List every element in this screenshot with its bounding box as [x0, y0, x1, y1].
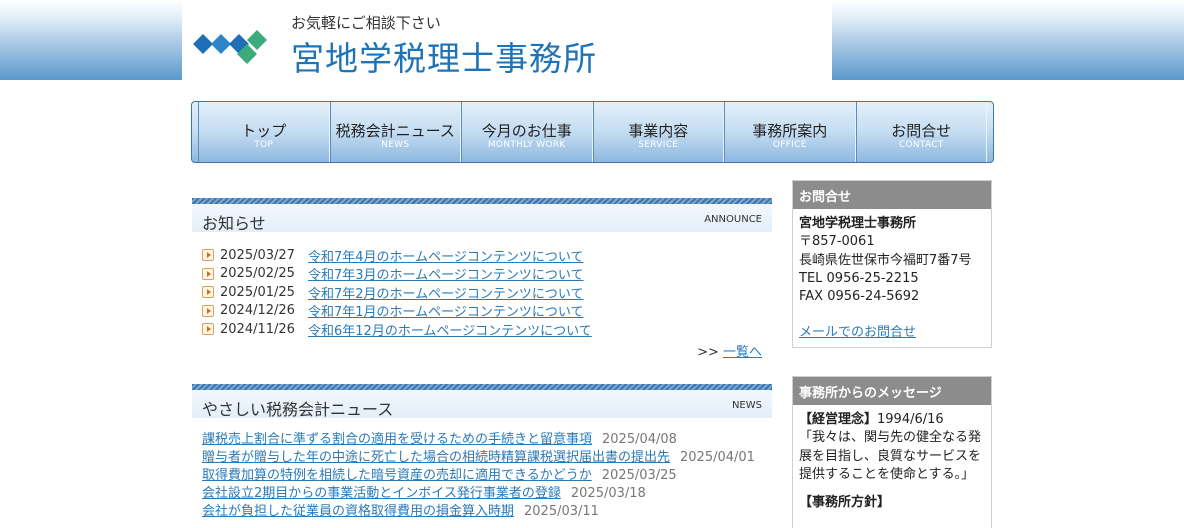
contact-heading: お問合せ: [793, 181, 991, 209]
tax-news-link[interactable]: 会社が負担した従業員の資格取得費用の損金算入時期: [202, 504, 514, 519]
fax: FAX 0956-24-5692: [799, 289, 920, 305]
main-nav: トップ TOP 税務会計ニュース NEWS 今月のお仕事 MONTHLY WORK 事…: [191, 101, 994, 163]
announce-link[interactable]: 令和6年12月のホームページコンテンツについて: [308, 320, 592, 339]
announce-link[interactable]: 令和7年2月のホームページコンテンツについて: [308, 283, 584, 302]
tax-news-date: 2025/04/08: [602, 432, 677, 447]
tax-news-header: やさしい税務会計ニュース NEWS: [192, 384, 772, 419]
list-item: 2024/11/26 令和6年12月のホームページコンテンツについて: [202, 320, 772, 339]
announce-link[interactable]: 令和7年4月のホームページコンテンツについて: [308, 246, 584, 265]
arrow-right-icon: [202, 286, 214, 299]
tax-news-link[interactable]: 会社設立2期目からの事業活動とインボイス発行事業者の登録: [202, 486, 561, 501]
philosophy-label: 【経営理念】: [799, 412, 878, 427]
arrow-right-icon: [202, 267, 214, 280]
message-box: 事務所からのメッセージ 【経営理念】1994/6/16 「我々は、関与先の健全な…: [792, 376, 992, 528]
tax-news-date: 2025/03/11: [524, 504, 599, 519]
philosophy-text: 「我々は、関与先の健全なる発展を目指し、良質なサービスを提供することを使命とする…: [799, 430, 982, 482]
nav-item-news[interactable]: 税務会計ニュース NEWS: [329, 102, 461, 162]
arrow-right-icon: [202, 249, 214, 262]
tax-news-date: 2025/03/25: [601, 468, 677, 483]
site-title[interactable]: 宮地学税理士事務所: [291, 32, 597, 80]
nav-label: 事業内容: [628, 122, 689, 140]
tel: TEL 0956-25-2215: [799, 270, 919, 286]
announce-title: お知らせ: [202, 214, 266, 233]
announce-header: お知らせ ANNOUNCE: [192, 198, 772, 233]
news-date: 2025/01/25: [220, 284, 295, 300]
nav-sub-label: TOP: [254, 140, 274, 150]
news-date: 2025/02/25: [220, 266, 295, 282]
tax-news-link[interactable]: 課税売上割合に準ずる割合の適用を受けるための手続きと留意事項: [202, 432, 592, 447]
nav-sub-label: SERVICE: [638, 140, 679, 150]
message-body: 【経営理念】1994/6/16 「我々は、関与先の健全なる発展を目指し、良質なサ…: [793, 405, 991, 518]
list-item: 会社設立2期目からの事業活動とインボイス発行事業者の登録 2025/03/18: [202, 482, 772, 501]
list-item: 会社が負担した従業員の資格取得費用の損金算入時期 2025/03/11: [202, 500, 772, 519]
news-date: 2024/11/26: [220, 321, 295, 337]
tax-news-link[interactable]: 取得費加算の特例を相続した暗号資産の売却に適用できるかどうか: [202, 468, 592, 483]
nav-item-service[interactable]: 事業内容 SERVICE: [592, 102, 724, 162]
announce-link[interactable]: 令和7年1月のホームページコンテンツについて: [308, 301, 584, 320]
tax-news-date: 2025/03/18: [570, 486, 646, 501]
arrow-right-icon: [202, 304, 214, 317]
tax-news-date: 2025/04/01: [680, 450, 755, 465]
nav-label: トップ: [241, 122, 287, 140]
zip-code: 〒857-0061: [799, 234, 875, 250]
nav-sub-label: MONTHLY WORK: [487, 140, 566, 150]
philosophy-date: 1994/6/16: [877, 412, 944, 427]
address: 長崎県佐世保市今福町7番7号: [799, 252, 972, 268]
more-link[interactable]: 一覧へ: [723, 345, 762, 360]
nav-sub-label: CONTACT: [898, 140, 944, 150]
office-name: 宮地学税理士事務所: [799, 216, 917, 231]
list-item: 取得費加算の特例を相続した暗号資産の売却に適用できるかどうか 2025/03/25: [202, 464, 772, 483]
news-date: 2024/12/26: [220, 303, 295, 319]
list-item: 課税売上割合に準ずる割合の適用を受けるための手続きと留意事項 2025/04/08: [202, 428, 772, 447]
nav-label: 今月のお仕事: [481, 122, 572, 140]
tagline: お気軽にご相談下さい: [291, 14, 441, 32]
list-item: 2025/03/27 令和7年4月のホームページコンテンツについて: [202, 246, 772, 265]
list-item: 2025/02/25 令和7年3月のホームページコンテンツについて: [202, 264, 772, 283]
announce-tag: ANNOUNCE: [704, 214, 762, 225]
news-date: 2025/03/27: [220, 247, 295, 263]
logo-mark-icon[interactable]: [193, 28, 273, 66]
more-row: >> 一覧へ: [192, 341, 772, 360]
nav-label: 税務会計ニュース: [335, 122, 455, 140]
message-heading: 事務所からのメッセージ: [793, 377, 991, 405]
nav-label: 事務所案内: [752, 122, 828, 140]
list-item: 2025/01/25 令和7年2月のホームページコンテンツについて: [202, 283, 772, 302]
tax-news-list: 課税売上割合に準ずる割合の適用を受けるための手続きと留意事項 2025/04/08…: [192, 418, 772, 519]
nav-sub-label: NEWS: [381, 140, 410, 150]
list-item: 2024/12/26 令和7年1月のホームページコンテンツについて: [202, 301, 772, 320]
policy-label: 【事務所方針】: [799, 495, 891, 511]
tax-news-section: やさしい税務会計ニュース NEWS 課税売上割合に準ずる割合の適用を受けるための…: [192, 384, 772, 519]
tax-news-title: やさしい税務会計ニュース: [202, 400, 394, 419]
more-prefix: >>: [697, 344, 723, 360]
nav-item-top[interactable]: トップ TOP: [198, 102, 330, 162]
nav-sub-label: OFFICE: [772, 140, 807, 150]
list-item: 贈与者が贈与した年の中途に死亡した場合の相続時精算課税選択届出書の提出先 2025…: [202, 446, 772, 465]
announce-list: 2025/03/27 令和7年4月のホームページコンテンツについて 2025/02…: [192, 232, 772, 339]
nav-item-monthly-work[interactable]: 今月のお仕事 MONTHLY WORK: [461, 102, 593, 162]
arrow-right-icon: [202, 323, 214, 336]
nav-item-contact[interactable]: お問合せ CONTACT: [855, 102, 987, 162]
mail-contact-link[interactable]: メールでのお問合せ: [799, 325, 916, 340]
nav-label: お問合せ: [891, 122, 952, 140]
tax-news-tag: NEWS: [731, 400, 762, 411]
tax-news-link[interactable]: 贈与者が贈与した年の中途に死亡した場合の相続時精算課税選択届出書の提出先: [202, 450, 670, 465]
announce-link[interactable]: 令和7年3月のホームページコンテンツについて: [308, 264, 584, 283]
contact-body: 宮地学税理士事務所 〒857-0061 長崎県佐世保市今福町7番7号 TEL 0…: [793, 209, 991, 349]
contact-box: お問合せ 宮地学税理士事務所 〒857-0061 長崎県佐世保市今福町7番7号 …: [792, 180, 992, 348]
announce-section: お知らせ ANNOUNCE 2025/03/27 令和7年4月のホームページコンテ…: [192, 198, 772, 360]
nav-item-office[interactable]: 事務所案内 OFFICE: [724, 102, 856, 162]
